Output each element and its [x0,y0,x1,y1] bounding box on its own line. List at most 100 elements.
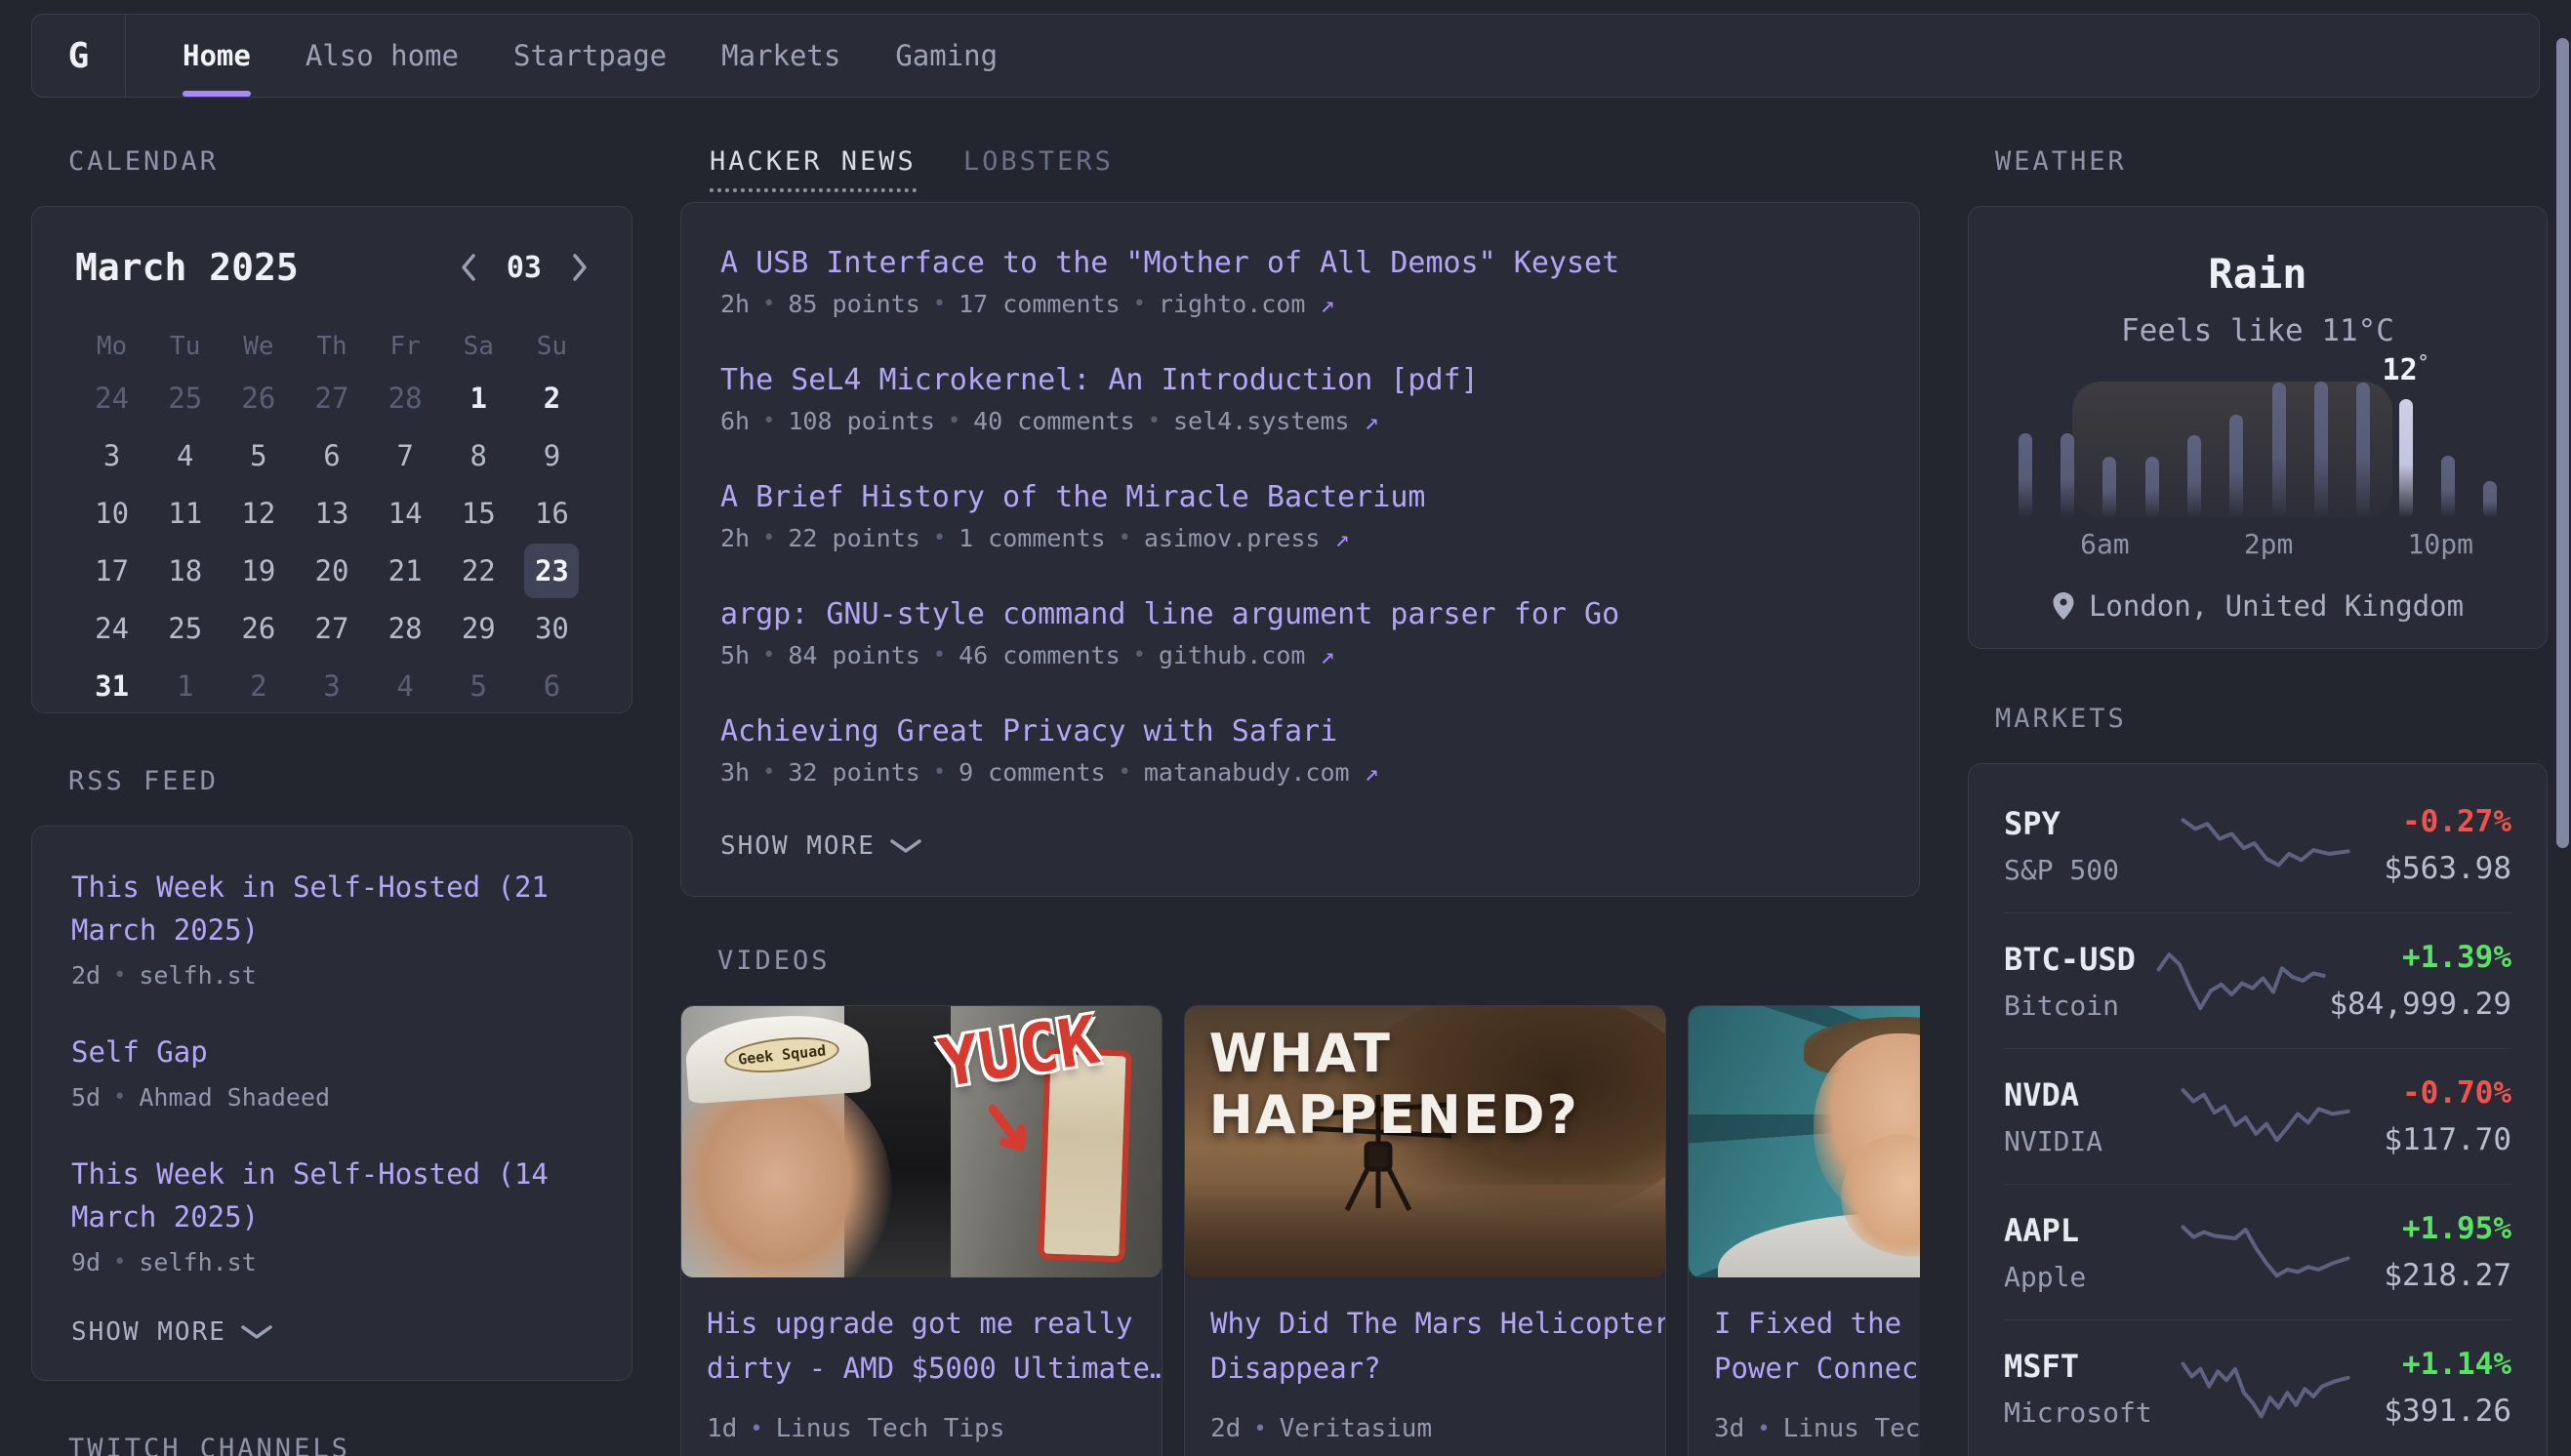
video-title[interactable]: Why Did The Mars HelicopterDisappear? [1210,1301,1640,1391]
calendar-day[interactable]: 3 [295,657,368,714]
calendar-day[interactable]: 6 [295,426,368,484]
market-value-block: +1.95%$218.27 [2353,1211,2511,1293]
hn-item-domain[interactable]: github.com ↗ [1159,641,1335,669]
tab-hacker-news[interactable]: HACKER NEWS [710,146,917,192]
calendar-day[interactable]: 28 [369,599,442,657]
calendar-day-today[interactable]: 23 [515,542,589,599]
video-thumbnail[interactable]: WHAT HAPPENED? [1185,1006,1665,1277]
market-sparkline [2180,1221,2353,1283]
calendar-day[interactable]: 28 [369,369,442,426]
market-row-msft[interactable]: MSFTMicrosoft+1.14%$391.26 [2004,1319,2511,1455]
calendar-day[interactable]: 16 [515,484,589,542]
video-card[interactable]: Geek SquadYUCK His upgrade got me reallyd… [680,1005,1163,1456]
hn-item-title[interactable]: argp: GNU-style command line argument pa… [720,597,1880,631]
market-row-aapl[interactable]: AAPLApple+1.95%$218.27 [2004,1184,2511,1319]
hn-item-domain[interactable]: sel4.systems ↗ [1173,407,1379,435]
hn-item-comments[interactable]: 9 comments [959,758,1106,787]
calendar-day[interactable]: 12 [222,484,295,542]
calendar-next-icon[interactable] [571,253,589,282]
hn-item-title[interactable]: A Brief History of the Miracle Bacterium [720,480,1880,514]
calendar-day[interactable]: 5 [442,657,515,714]
videos-heading: VIDEOS [717,946,1920,976]
nav-item-home[interactable]: Home [183,15,251,97]
calendar-day[interactable]: 1 [148,657,222,714]
video-card[interactable]: WHAT HAPPENED? Why Did The Mars Helicopte… [1184,1005,1666,1456]
rss-item-title[interactable]: This Week in Self-Hosted (14 March 2025) [71,1153,592,1238]
calendar-day[interactable]: 27 [295,369,368,426]
video-thumbnail[interactable]: DOTHT [1689,1006,1920,1277]
calendar-prev-icon[interactable] [460,253,477,282]
video-card[interactable]: DOTHTI Fixed the 5Power Connect3d•Linus … [1688,1005,1920,1456]
calendar-day[interactable]: 18 [148,542,222,599]
calendar-day[interactable]: 25 [148,369,222,426]
nav-item-startpage[interactable]: Startpage [513,15,667,97]
calendar-day[interactable]: 8 [442,426,515,484]
calendar-day[interactable]: 17 [75,542,148,599]
calendar-day[interactable]: 31 [75,657,148,714]
video-channel[interactable]: Veritasium [1280,1414,1433,1443]
calendar-day[interactable]: 14 [369,484,442,542]
market-symbol[interactable]: BTC-USD [2004,941,2155,978]
video-thumbnail[interactable]: Geek SquadYUCK [681,1006,1162,1277]
calendar-day[interactable]: 26 [222,599,295,657]
calendar-day[interactable]: 22 [442,542,515,599]
app-logo[interactable]: G [32,15,126,97]
calendar-day[interactable]: 6 [515,657,589,714]
calendar-day[interactable]: 19 [222,542,295,599]
rss-item-source: Ahmad Shadeed [139,1083,330,1112]
calendar-day[interactable]: 1 [442,369,515,426]
hn-item-domain[interactable]: righto.com ↗ [1159,290,1335,318]
calendar-day[interactable]: 26 [222,369,295,426]
video-channel[interactable]: Linus Tech Tips [776,1414,1005,1443]
calendar-day[interactable]: 4 [369,657,442,714]
tab-lobsters[interactable]: LOBSTERS [963,146,1114,188]
calendar-day[interactable]: 2 [222,657,295,714]
calendar-day[interactable]: 4 [148,426,222,484]
calendar-day[interactable]: 15 [442,484,515,542]
calendar-day[interactable]: 27 [295,599,368,657]
calendar-day[interactable]: 2 [515,369,589,426]
market-symbol[interactable]: AAPL [2004,1212,2180,1249]
calendar-day[interactable]: 3 [75,426,148,484]
video-title[interactable]: His upgrade got me reallydirty - AMD $50… [707,1301,1136,1391]
hn-item-domain[interactable]: asimov.press ↗ [1144,524,1350,552]
video-title[interactable]: I Fixed the 5Power Connect [1714,1301,1920,1391]
video-channel[interactable]: Linus Tec [1783,1414,1920,1443]
calendar-day[interactable]: 30 [515,599,589,657]
hn-item-title[interactable]: Achieving Great Privacy with Safari [720,714,1880,748]
calendar-day[interactable]: 13 [295,484,368,542]
calendar-day[interactable]: 5 [222,426,295,484]
calendar-day[interactable]: 7 [369,426,442,484]
rss-item-title[interactable]: Self Gap [71,1031,592,1073]
calendar-day[interactable]: 29 [442,599,515,657]
hn-show-more-button[interactable]: SHOW MORE [720,831,922,861]
page-scrollbar[interactable] [2556,38,2569,848]
hn-item-comments[interactable]: 40 comments [973,407,1135,435]
nav-item-gaming[interactable]: Gaming [895,15,998,97]
calendar-day[interactable]: 24 [75,599,148,657]
hn-item-comments[interactable]: 17 comments [959,290,1121,318]
hn-item-title[interactable]: The SeL4 Microkernel: An Introduction [p… [720,363,1880,397]
nav-item-markets[interactable]: Markets [721,15,840,97]
calendar-day[interactable]: 25 [148,599,222,657]
hn-item-comments[interactable]: 46 comments [959,641,1121,669]
calendar-day[interactable]: 10 [75,484,148,542]
market-symbol[interactable]: SPY [2004,805,2180,842]
rss-item-title[interactable]: This Week in Self-Hosted (21 March 2025) [71,866,592,951]
calendar-day[interactable]: 20 [295,542,368,599]
nav-item-also-home[interactable]: Also home [306,15,459,97]
hn-item-comments[interactable]: 1 comments [959,524,1106,552]
hn-item-domain[interactable]: matanabudy.com ↗ [1144,758,1379,787]
market-symbol[interactable]: NVDA [2004,1076,2180,1113]
calendar-day[interactable]: 9 [515,426,589,484]
calendar-day[interactable]: 24 [75,369,148,426]
calendar-day[interactable]: 11 [148,484,222,542]
market-row-spy[interactable]: SPYS&P 500-0.27%$563.98 [2004,778,2511,912]
twitch-heading: TWITCH CHANNELS [68,1434,633,1456]
calendar-day[interactable]: 21 [369,542,442,599]
hn-item-title[interactable]: A USB Interface to the "Mother of All De… [720,246,1880,280]
market-symbol[interactable]: MSFT [2004,1348,2180,1385]
market-row-btc-usd[interactable]: BTC-USDBitcoin+1.39%$84,999.29 [2004,912,2511,1048]
market-row-nvda[interactable]: NVDANVIDIA-0.70%$117.70 [2004,1048,2511,1184]
rss-show-more-button[interactable]: SHOW MORE [71,1317,273,1347]
